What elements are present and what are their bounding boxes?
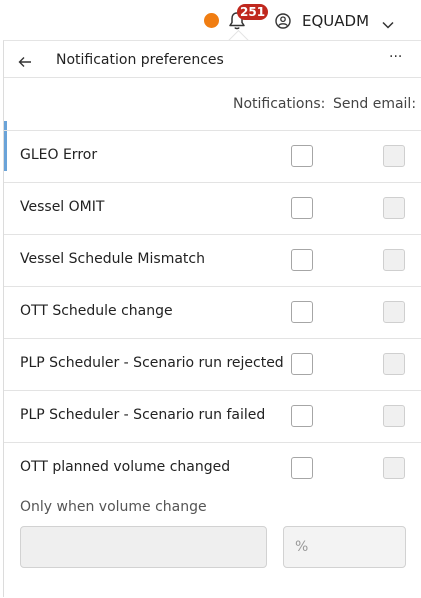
notify-checkbox[interactable] (291, 405, 313, 427)
notify-checkbox[interactable] (291, 457, 313, 479)
notification-preferences-panel: Notification preferences ··· Notificatio… (3, 40, 421, 597)
email-checkbox[interactable] (383, 197, 405, 219)
preference-row-vessel-schedule-mismatch: Vessel Schedule Mismatch (4, 235, 421, 287)
email-checkbox[interactable] (383, 145, 405, 167)
preference-label: PLP Scheduler - Scenario run failed (20, 407, 266, 423)
preference-row-plp-scenario-rejected: PLP Scheduler - Scenario run rejected (4, 339, 421, 391)
volume-condition-label: Only when volume change (20, 499, 207, 515)
back-arrow-icon[interactable] (18, 53, 32, 67)
notification-count-badge: 251 (237, 4, 269, 20)
preference-row-ott-planned-volume-changed: OTT planned volume changed Only when vol… (4, 443, 421, 598)
email-checkbox[interactable] (383, 249, 405, 271)
user-icon[interactable] (275, 13, 291, 29)
chevron-down-icon[interactable] (381, 15, 395, 29)
top-bar: 251 EQUADM (0, 0, 421, 40)
notify-checkbox[interactable] (291, 301, 313, 323)
panel-header: Notification preferences ··· (4, 41, 421, 78)
panel-title: Notification preferences (56, 52, 224, 68)
username[interactable]: EQUADM (302, 11, 369, 31)
status-indicator[interactable] (204, 13, 219, 28)
notifications-column-header: Notifications: (233, 96, 326, 112)
notify-checkbox[interactable] (291, 197, 313, 219)
percent-input[interactable]: % (283, 526, 406, 568)
send-email-column-header: Send email: (333, 96, 417, 112)
notify-checkbox[interactable] (291, 145, 313, 167)
notify-checkbox[interactable] (291, 249, 313, 271)
preference-label: OTT Schedule change (20, 303, 173, 319)
preference-row-ott-schedule-change: OTT Schedule change (4, 287, 421, 339)
volume-change-input[interactable] (20, 526, 267, 568)
email-checkbox[interactable] (383, 405, 405, 427)
email-checkbox[interactable] (383, 353, 405, 375)
email-checkbox[interactable] (383, 457, 405, 479)
preference-row-vessel-omit: Vessel OMIT (4, 183, 421, 235)
preference-row-gleo-error: GLEO Error (4, 131, 421, 183)
preference-label: Vessel OMIT (20, 199, 105, 215)
notify-checkbox[interactable] (291, 353, 313, 375)
preference-label: Vessel Schedule Mismatch (20, 251, 205, 267)
preference-label: PLP Scheduler - Scenario run rejected (20, 355, 284, 371)
preference-row-plp-scenario-failed: PLP Scheduler - Scenario run failed (4, 391, 421, 443)
more-options-button[interactable]: ··· (389, 50, 402, 64)
preference-label: OTT planned volume changed (20, 459, 231, 475)
email-checkbox[interactable] (383, 301, 405, 323)
preference-label: GLEO Error (20, 147, 98, 163)
